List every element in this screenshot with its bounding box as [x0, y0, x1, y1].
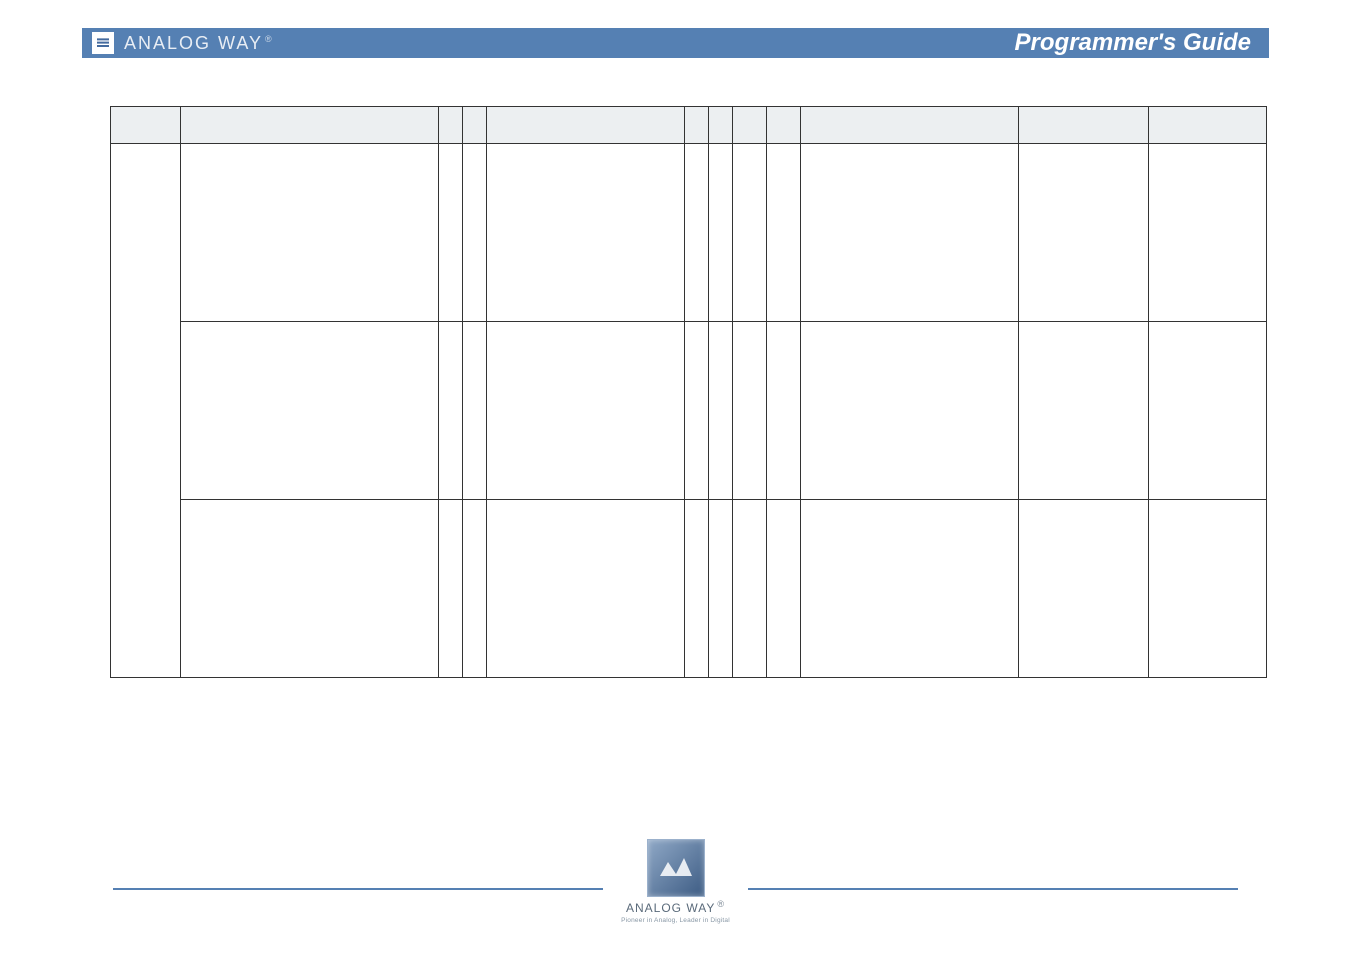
cell: [463, 500, 487, 678]
footer-logo-icon: [647, 839, 705, 897]
cell: [463, 322, 487, 500]
table-row: [111, 144, 1267, 322]
footer-rule-right: [748, 888, 1238, 890]
table-header-row: [111, 107, 1267, 144]
footer-logo: ANALOG WAY® Pioneer in Analog, Leader in…: [621, 839, 730, 924]
cell: [709, 322, 733, 500]
cell: [1019, 500, 1149, 678]
th-4: [487, 107, 685, 144]
cell: [463, 144, 487, 322]
th-10: [1019, 107, 1149, 144]
th-5: [685, 107, 709, 144]
registered-icon: ®: [265, 34, 274, 44]
table-body: [111, 144, 1267, 678]
cell: [801, 322, 1019, 500]
cell: [439, 500, 463, 678]
page-header: ANALOG WAY® Programmer's Guide: [82, 28, 1269, 58]
logo-icon: [92, 32, 114, 54]
cell: [1149, 322, 1267, 500]
footer-brand-text: ANALOG WAY: [626, 901, 715, 915]
cell: [487, 500, 685, 678]
cell: [1019, 144, 1149, 322]
th-7: [733, 107, 767, 144]
brand-text: ANALOG WAY®: [124, 33, 274, 54]
command-table: [110, 106, 1266, 678]
cell: [685, 500, 709, 678]
th-8: [767, 107, 801, 144]
th-0: [111, 107, 181, 144]
cell: [181, 322, 439, 500]
cell: [767, 144, 801, 322]
cell: [487, 322, 685, 500]
cell: [685, 144, 709, 322]
cell: [439, 144, 463, 322]
cell: [1149, 144, 1267, 322]
cell: [181, 144, 439, 322]
cell: [801, 500, 1019, 678]
table-row: [111, 500, 1267, 678]
footer-brand: ANALOG WAY®: [626, 899, 725, 915]
cell: [439, 322, 463, 500]
page-footer: ANALOG WAY® Pioneer in Analog, Leader in…: [0, 839, 1351, 924]
footer-rule-left: [113, 888, 603, 890]
cell: [733, 500, 767, 678]
cell: [733, 322, 767, 500]
cell: [487, 144, 685, 322]
cell: [801, 144, 1019, 322]
th-1: [181, 107, 439, 144]
cell: [1149, 500, 1267, 678]
cell: [709, 500, 733, 678]
cell: [709, 144, 733, 322]
table: [110, 106, 1267, 678]
cell: [767, 322, 801, 500]
th-6: [709, 107, 733, 144]
cell-group: [111, 144, 181, 678]
th-3: [463, 107, 487, 144]
table-head: [111, 107, 1267, 144]
page-title: Programmer's Guide: [1015, 29, 1251, 57]
cell: [767, 500, 801, 678]
cell: [1019, 322, 1149, 500]
cell: [181, 500, 439, 678]
th-2: [439, 107, 463, 144]
footer-tagline: Pioneer in Analog, Leader in Digital: [621, 917, 730, 924]
th-9: [801, 107, 1019, 144]
registered-icon: ®: [717, 899, 725, 909]
header-left: ANALOG WAY®: [92, 32, 274, 54]
cell: [685, 322, 709, 500]
cell: [733, 144, 767, 322]
table-row: [111, 322, 1267, 500]
brand-name: ANALOG WAY: [124, 33, 263, 53]
th-11: [1149, 107, 1267, 144]
